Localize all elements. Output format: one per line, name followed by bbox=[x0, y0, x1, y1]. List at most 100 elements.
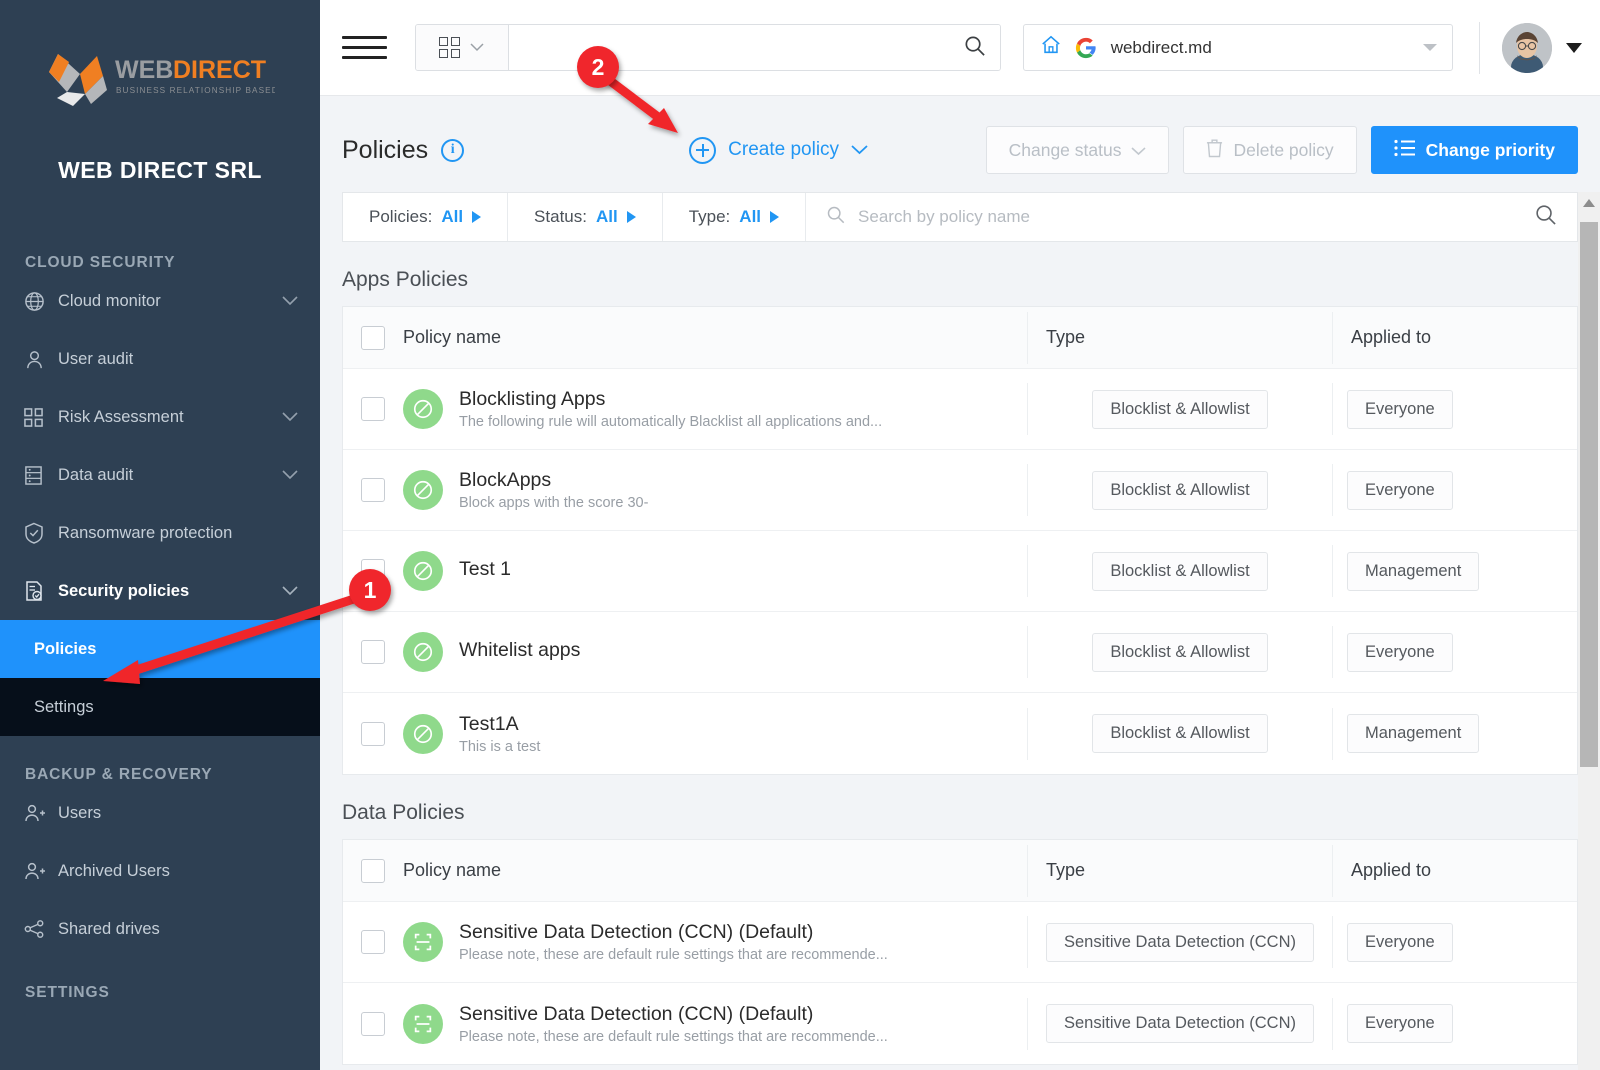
delete-policy-button[interactable]: Delete policy bbox=[1183, 126, 1356, 174]
sidebar-item-shared-drives[interactable]: Shared drives bbox=[0, 900, 320, 958]
row-select-cell bbox=[343, 1012, 403, 1036]
table-row[interactable]: Blocklisting Apps The following rule wil… bbox=[343, 369, 1577, 450]
web-direct-logo-icon: WEB DIRECT BUSINESS RELATIONSHIP BASED O… bbox=[45, 48, 275, 110]
sidebar-item-label: Security policies bbox=[58, 582, 282, 601]
row-type-cell: Sensitive Data Detection (CCN) bbox=[1027, 916, 1332, 968]
filter-type[interactable]: Type: All bbox=[663, 193, 806, 241]
block-circle-icon bbox=[403, 632, 443, 672]
row-select-cell bbox=[343, 397, 403, 421]
col-type-label: Type bbox=[1046, 860, 1085, 881]
filter-policies[interactable]: Policies: All bbox=[343, 193, 508, 241]
sidebar-item-archived-users[interactable]: Archived Users bbox=[0, 842, 320, 900]
shield-check-icon bbox=[24, 522, 58, 544]
policy-applied-pill[interactable]: Everyone bbox=[1347, 923, 1453, 962]
scrollbar-thumb[interactable] bbox=[1580, 222, 1598, 767]
section-title-apps-policies: Apps Policies bbox=[320, 242, 1600, 306]
table-header-row: Policy name Type Applied to bbox=[343, 307, 1577, 369]
policy-type-pill[interactable]: Blocklist & Allowlist bbox=[1092, 552, 1267, 591]
filter-status[interactable]: Status: All bbox=[508, 193, 663, 241]
chevron-down-icon bbox=[282, 292, 298, 311]
info-icon[interactable]: i bbox=[441, 139, 464, 162]
policy-type-pill[interactable]: Sensitive Data Detection (CCN) bbox=[1046, 923, 1314, 962]
policy-type-pill[interactable]: Blocklist & Allowlist bbox=[1092, 390, 1267, 429]
domain-selector[interactable]: webdirect.md bbox=[1023, 24, 1453, 71]
row-checkbox[interactable] bbox=[361, 1012, 385, 1036]
sidebar-subitem-label: Policies bbox=[34, 640, 96, 659]
change-status-button[interactable]: Change status bbox=[986, 126, 1170, 174]
change-priority-button[interactable]: Change priority bbox=[1371, 126, 1578, 174]
sidebar-item-data-audit[interactable]: Data audit bbox=[0, 446, 320, 504]
row-checkbox[interactable] bbox=[361, 397, 385, 421]
sidebar-item-security-policies[interactable]: Security policies bbox=[0, 562, 320, 620]
policy-type-pill[interactable]: Blocklist & Allowlist bbox=[1092, 633, 1267, 672]
policy-applied-pill[interactable]: Everyone bbox=[1347, 1004, 1453, 1043]
block-circle-icon bbox=[403, 714, 443, 754]
change-status-label: Change status bbox=[1009, 140, 1122, 161]
row-checkbox[interactable] bbox=[361, 640, 385, 664]
chevron-down-icon[interactable] bbox=[1422, 39, 1438, 57]
app-switcher-button[interactable] bbox=[416, 25, 509, 70]
table-row[interactable]: BlockApps Block apps with the score 30- … bbox=[343, 450, 1577, 531]
create-policy-label: Create policy bbox=[728, 139, 839, 161]
policy-applied-pill[interactable]: Everyone bbox=[1347, 390, 1453, 429]
chevron-down-icon bbox=[282, 582, 298, 601]
scroll-up-arrow-icon[interactable] bbox=[1578, 192, 1600, 214]
sidebar-item-label: Archived Users bbox=[58, 862, 320, 881]
sidebar-item-risk-assessment[interactable]: Risk Assessment bbox=[0, 388, 320, 446]
chevron-down-icon bbox=[1131, 140, 1146, 161]
users-add-icon bbox=[24, 861, 58, 881]
policy-applied-pill[interactable]: Everyone bbox=[1347, 633, 1453, 672]
sidebar-item-users[interactable]: Users bbox=[0, 784, 320, 842]
policy-search-wrap bbox=[806, 193, 1577, 241]
user-menu[interactable] bbox=[1502, 23, 1582, 73]
row-name-cell: Blocklisting Apps The following rule wil… bbox=[403, 388, 1027, 430]
search-submit-icon[interactable] bbox=[1534, 203, 1557, 231]
table-row[interactable]: Sensitive Data Detection (CCN) (Default)… bbox=[343, 983, 1577, 1064]
policy-description: Block apps with the score 30- bbox=[459, 495, 648, 511]
sidebar: WEB DIRECT BUSINESS RELATIONSHIP BASED O… bbox=[0, 0, 320, 1070]
table-row[interactable]: Test 1 Blocklist & Allowlist Management bbox=[343, 531, 1577, 612]
hamburger-icon[interactable] bbox=[342, 28, 387, 68]
svg-text:WEB: WEB bbox=[115, 56, 173, 84]
scan-detect-icon bbox=[403, 922, 443, 962]
sidebar-item-label: Ransomware protection bbox=[58, 524, 320, 543]
row-checkbox[interactable] bbox=[361, 930, 385, 954]
search-icon bbox=[826, 205, 845, 229]
row-checkbox[interactable] bbox=[361, 478, 385, 502]
sidebar-section-title-settings: SETTINGS bbox=[0, 984, 320, 1002]
brand-logo[interactable]: WEB DIRECT BUSINESS RELATIONSHIP BASED O… bbox=[0, 0, 320, 115]
policy-type-pill[interactable]: Blocklist & Allowlist bbox=[1092, 471, 1267, 510]
sidebar-item-ransomware-protection[interactable]: Ransomware protection bbox=[0, 504, 320, 562]
policy-type-pill[interactable]: Sensitive Data Detection (CCN) bbox=[1046, 1004, 1314, 1043]
policy-applied-pill[interactable]: Management bbox=[1347, 552, 1479, 591]
content-scroll-area: Policies i Create policy Change status bbox=[320, 96, 1600, 1070]
policy-name: Sensitive Data Detection (CCN) (Default) bbox=[459, 1003, 888, 1026]
policy-search-input[interactable] bbox=[858, 207, 1521, 227]
select-all-cell bbox=[343, 326, 403, 350]
sidebar-item-settings[interactable]: Settings bbox=[0, 678, 320, 736]
table-row[interactable]: Test1A This is a test Blocklist & Allowl… bbox=[343, 693, 1577, 774]
select-all-checkbox[interactable] bbox=[361, 326, 385, 350]
create-policy-button[interactable]: Create policy bbox=[689, 137, 868, 164]
filter-policies-value: All bbox=[441, 207, 463, 227]
row-name-cell: Test1A This is a test bbox=[403, 713, 1027, 755]
row-applied-cell: Everyone bbox=[1332, 998, 1577, 1050]
row-text: Sensitive Data Detection (CCN) (Default)… bbox=[459, 1003, 888, 1045]
policy-applied-pill[interactable]: Everyone bbox=[1347, 471, 1453, 510]
search-icon[interactable] bbox=[963, 34, 986, 62]
triangle-right-icon bbox=[472, 211, 481, 223]
policy-type-pill[interactable]: Blocklist & Allowlist bbox=[1092, 714, 1267, 753]
row-name-cell: Whitelist apps bbox=[403, 632, 1027, 672]
table-row[interactable]: Sensitive Data Detection (CCN) (Default)… bbox=[343, 902, 1577, 983]
table-row[interactable]: Whitelist apps Blocklist & Allowlist Eve… bbox=[343, 612, 1577, 693]
select-all-checkbox[interactable] bbox=[361, 859, 385, 883]
sidebar-item-policies[interactable]: Policies bbox=[0, 620, 320, 678]
sidebar-item-cloud-monitor[interactable]: Cloud monitor bbox=[0, 272, 320, 330]
row-checkbox[interactable] bbox=[361, 722, 385, 746]
sidebar-item-user-audit[interactable]: User audit bbox=[0, 330, 320, 388]
policy-applied-pill[interactable]: Management bbox=[1347, 714, 1479, 753]
row-applied-cell: Management bbox=[1332, 545, 1577, 597]
policy-name: Sensitive Data Detection (CCN) (Default) bbox=[459, 921, 888, 944]
vertical-scrollbar[interactable] bbox=[1578, 192, 1600, 1070]
block-circle-icon bbox=[403, 470, 443, 510]
